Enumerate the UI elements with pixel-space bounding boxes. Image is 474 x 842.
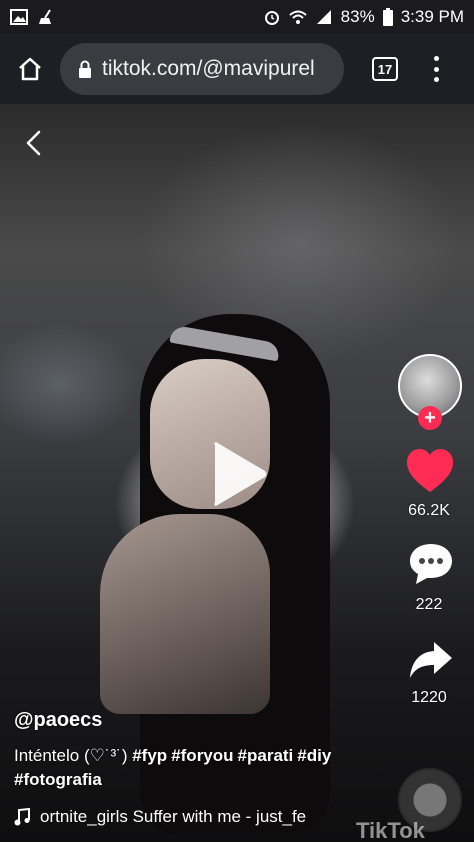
alarm-icon <box>264 11 279 25</box>
menu-dot-icon <box>433 77 439 82</box>
overflow-menu-button[interactable] <box>428 52 444 86</box>
play-button[interactable] <box>207 439 269 509</box>
like-button[interactable] <box>405 448 455 494</box>
like-count: 66.2K <box>408 502 450 519</box>
music-ticker[interactable]: ortnite_girls Suffer with me - just_fe <box>14 805 384 829</box>
creator-username[interactable]: @paoecs <box>14 709 102 732</box>
home-icon <box>19 57 41 81</box>
battery-percent: 83% <box>340 7 375 26</box>
menu-dot-icon <box>433 56 439 61</box>
comment-button[interactable] <box>408 541 454 587</box>
hashtag-link[interactable]: #foryou <box>171 746 233 765</box>
menu-dot-icon <box>433 66 439 72</box>
comment-count: 222 <box>415 596 443 613</box>
caption-text: Inténtelo (♡˙³˙) <box>14 746 133 765</box>
signal-icon <box>316 10 331 24</box>
address-bar[interactable]: tiktok.com/@mavipurel <box>60 43 344 95</box>
share-button[interactable] <box>408 640 454 680</box>
share-count: 1220 <box>411 689 447 706</box>
wifi-icon <box>288 10 307 24</box>
hashtag-link[interactable]: #fyp <box>132 746 167 765</box>
broom-icon <box>39 9 51 24</box>
clock: 3:39 PM <box>400 7 464 26</box>
tiktok-watermark: TikTok <box>356 818 425 842</box>
video-caption: Inténtelo (♡˙³˙) #fyp #foryou #parati #diy #… <box>14 744 394 792</box>
music-title: ortnite_girls Suffer with me - just_fe <box>40 807 307 826</box>
hashtag-link[interactable]: #parati <box>238 746 294 765</box>
status-bar: 83% 3:39 PM <box>0 0 474 34</box>
music-note-icon <box>14 808 30 826</box>
lock-icon <box>79 60 91 78</box>
back-button[interactable] <box>20 128 48 158</box>
battery-icon <box>382 8 393 26</box>
hashtag-link[interactable]: #diy <box>297 746 331 765</box>
hashtag-link[interactable]: #fotografia <box>14 770 102 789</box>
browser-toolbar: tiktok.com/@mavipurel <box>0 34 474 104</box>
subject-shoulder <box>100 514 270 714</box>
plus-icon: + <box>424 407 436 429</box>
follow-button[interactable]: + <box>418 406 442 430</box>
heart-icon <box>407 449 453 492</box>
home-button[interactable] <box>0 34 60 104</box>
tab-switcher-button[interactable]: 17 <box>372 57 398 81</box>
share-icon <box>410 642 452 678</box>
image-icon <box>10 9 28 25</box>
url-text: tiktok.com/@mavipurel <box>102 57 315 80</box>
